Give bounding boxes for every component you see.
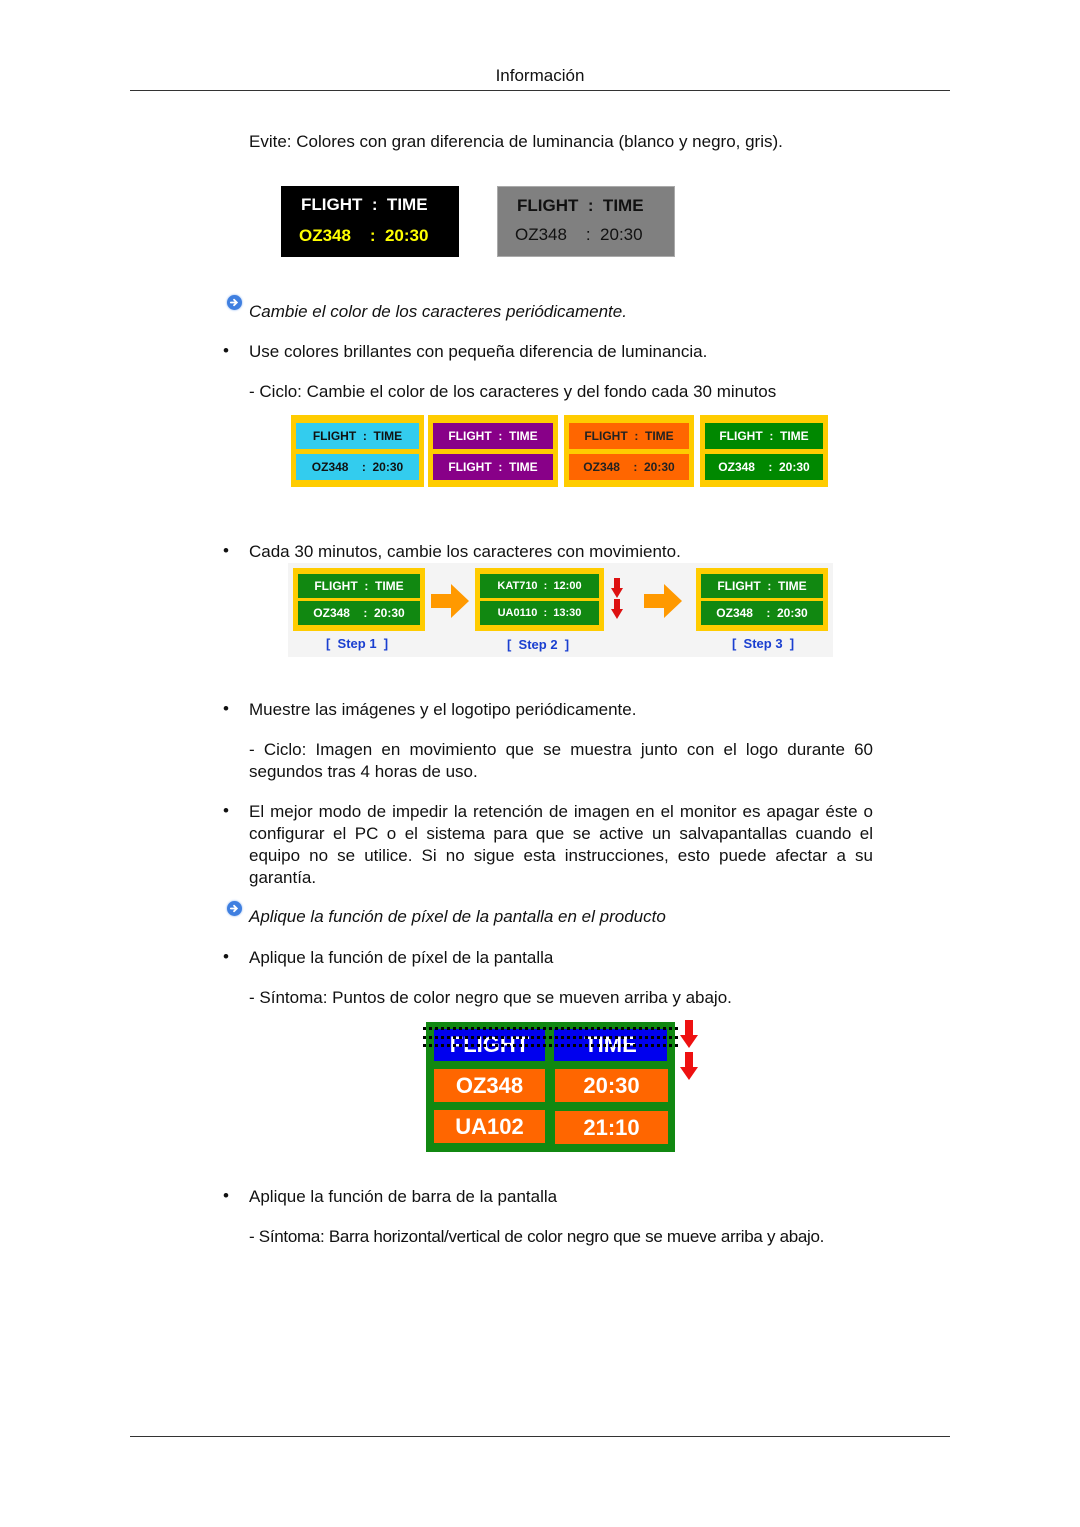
cell-flight-1: OZ348 xyxy=(434,1069,545,1102)
pixel-dots-row xyxy=(423,1027,678,1030)
arrow-right-circle-icon xyxy=(227,295,242,310)
board-line-2: OZ348 : 20:30 xyxy=(299,226,429,245)
arrow-right-circle-icon xyxy=(227,901,242,916)
arrow-down-icon xyxy=(611,599,623,619)
bullet-text: El mejor modo de impedir la retención de… xyxy=(249,802,873,887)
bullet-marker: • xyxy=(223,1186,229,1205)
cell-time-2: 21:10 xyxy=(555,1111,668,1144)
section-heading: Aplique la función de píxel de la pantal… xyxy=(249,907,666,926)
arrow-down-icon xyxy=(680,1052,698,1080)
bullet-marker: • xyxy=(223,541,229,560)
steps-illustration: FLIGHT : TIME OZ348 : 20:30 KAT710 : 12:… xyxy=(288,563,833,657)
bullet-marker: • xyxy=(223,801,229,820)
step-3-label: [ Step 3 ] xyxy=(732,636,795,651)
bullet-marker: • xyxy=(223,947,229,966)
color-board-orange: FLIGHT : TIME OZ348 : 20:30 xyxy=(564,415,694,487)
arrow-down-icon xyxy=(611,578,623,598)
board-top-cell: FLIGHT : TIME xyxy=(433,422,553,449)
board-line-2: OZ348 : 20:30 xyxy=(515,225,643,244)
board-bottom-cell: OZ348 : 20:30 xyxy=(569,453,689,480)
arrow-right-icon xyxy=(644,584,682,618)
board-top-cell: FLIGHT : TIME xyxy=(296,422,419,449)
step-2-label: [ Step 2 ] xyxy=(507,637,570,652)
avoid-board-black: FLIGHT : TIME OZ348 : 20:30 xyxy=(281,186,459,257)
avoid-text: Evite: Colores con gran diferencia de lu… xyxy=(249,132,783,151)
arrow-down-icon xyxy=(680,1020,698,1048)
step-1-label: [ Step 1 ] xyxy=(326,636,389,651)
avoid-board-gray: FLIGHT : TIME OZ348 : 20:30 xyxy=(497,186,675,257)
board-bottom-cell: FLIGHT : TIME xyxy=(433,453,553,480)
symptom-text: - Síntoma: Barra horizontal/vertical de … xyxy=(249,1227,825,1246)
bullet-text: Use colores brillantes con pequeña difer… xyxy=(249,342,708,361)
bullet-marker: • xyxy=(223,341,229,360)
board-top-cell: FLIGHT : TIME xyxy=(705,422,823,449)
step-1-board: FLIGHT : TIME OZ348 : 20:30 xyxy=(293,568,425,631)
arrow-right-icon xyxy=(431,584,469,618)
cell-flight-2: UA102 xyxy=(434,1110,545,1143)
footer-rule xyxy=(130,1436,950,1437)
bullet-marker: • xyxy=(223,699,229,718)
board-top-cell: FLIGHT : TIME xyxy=(298,574,420,599)
board-bottom-cell: UA0110 : 13:30 xyxy=(480,600,599,625)
board-line-1: FLIGHT : TIME xyxy=(301,195,428,214)
cycle-text: - Ciclo: Imagen en movimiento que se mue… xyxy=(249,740,873,781)
bullet-text: Muestre las imágenes y el logotipo perió… xyxy=(249,700,637,719)
board-bottom-cell: OZ348 : 20:30 xyxy=(298,600,420,625)
board-top-cell: FLIGHT : TIME xyxy=(701,574,823,599)
bullet-text: Aplique la función de píxel de la pantal… xyxy=(249,948,554,967)
cycle-text: - Ciclo: Cambie el color de los caracter… xyxy=(249,382,777,401)
step-2-board: KAT710 : 12:00 UA0110 : 13:30 xyxy=(475,568,604,631)
pixel-board: FLIGHT TIME OZ348 20:30 UA102 21:10 xyxy=(423,1022,678,1152)
pixel-dots-row xyxy=(423,1036,678,1039)
header-rule xyxy=(130,90,950,91)
bullet-text: Aplique la función de barra de la pantal… xyxy=(249,1187,558,1206)
board-bottom-cell: OZ348 : 20:30 xyxy=(705,453,823,480)
section-heading: Cambie el color de los caracteres periód… xyxy=(249,302,627,321)
board-bottom-cell: OZ348 : 20:30 xyxy=(701,600,823,625)
step-3-board: FLIGHT : TIME OZ348 : 20:30 xyxy=(696,568,828,631)
board-top-cell: KAT710 : 12:00 xyxy=(480,574,599,599)
color-board-purple: FLIGHT : TIME FLIGHT : TIME xyxy=(428,415,558,487)
board-top-cell: FLIGHT : TIME xyxy=(569,422,689,449)
bullet-text: Cada 30 minutos, cambie los caracteres c… xyxy=(249,542,681,561)
board-line-1: FLIGHT : TIME xyxy=(517,196,644,215)
page-header-title: Información xyxy=(495,66,585,85)
color-board-green: FLIGHT : TIME OZ348 : 20:30 xyxy=(700,415,828,487)
symptom-text: - Síntoma: Puntos de color negro que se … xyxy=(249,988,732,1007)
cell-time-1: 20:30 xyxy=(555,1069,668,1102)
color-board-cyan: FLIGHT : TIME OZ348 : 20:30 xyxy=(291,415,424,487)
board-bottom-cell: OZ348 : 20:30 xyxy=(296,453,419,480)
pixel-dots-row xyxy=(423,1044,678,1047)
